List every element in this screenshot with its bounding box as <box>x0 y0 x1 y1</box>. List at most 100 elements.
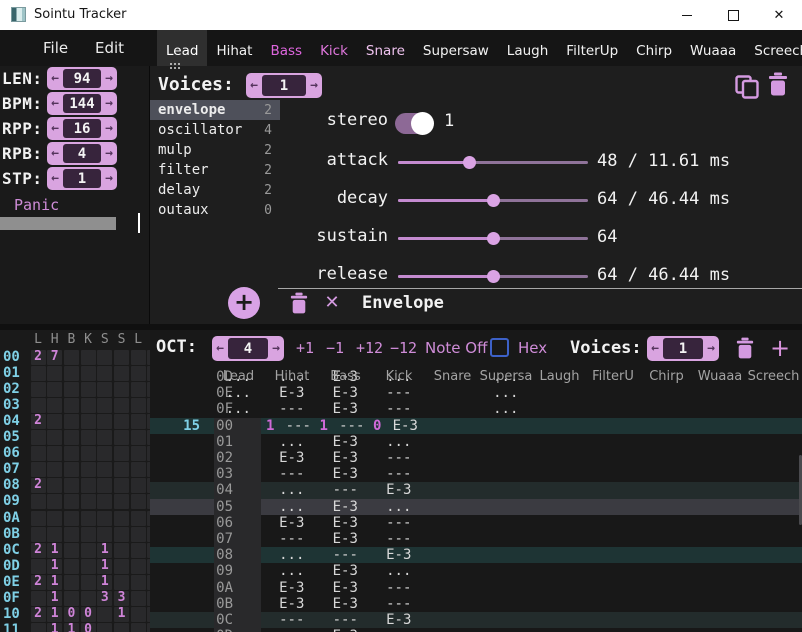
clear-unit-button[interactable]: ✕ <box>320 292 344 313</box>
stepper-decrease-arrow-icon[interactable]: ← <box>47 167 63 190</box>
order-cell[interactable] <box>64 494 79 509</box>
stepper-increase-arrow-icon[interactable]: → <box>101 117 117 140</box>
order-cell[interactable] <box>114 350 129 365</box>
maximize-button[interactable] <box>710 0 756 30</box>
delete-instrument-button[interactable] <box>768 72 788 96</box>
minimize-button[interactable] <box>664 0 710 30</box>
pattern-cell[interactable]: E-3 <box>372 547 426 563</box>
attack-slider[interactable] <box>398 161 588 164</box>
order-cell[interactable] <box>114 478 129 493</box>
order-cell[interactable] <box>97 382 112 397</box>
pattern-cell[interactable]: --- <box>372 385 426 401</box>
tab-bass[interactable]: Bass <box>261 30 311 66</box>
slider-knob[interactable] <box>463 156 476 169</box>
order-cell[interactable] <box>64 430 79 445</box>
order-cell[interactable] <box>47 446 62 461</box>
sustain-slider[interactable] <box>398 237 588 240</box>
order-cell[interactable] <box>97 446 112 461</box>
order-cell[interactable] <box>81 575 96 590</box>
track-header-laugh[interactable]: Laugh <box>533 369 587 384</box>
order-cell[interactable] <box>131 446 146 461</box>
pattern-cell[interactable]: ... <box>479 385 533 401</box>
track-header-hihat[interactable]: Hihat <box>265 369 319 384</box>
drag-handle-icon[interactable] <box>170 63 182 71</box>
param-stepper-rpp[interactable]: ←16→ <box>47 117 117 140</box>
order-cell[interactable] <box>131 478 146 493</box>
pattern-cell[interactable]: E-3 <box>319 515 373 531</box>
pattern-cell[interactable]: ... <box>372 434 426 450</box>
order-cell[interactable] <box>31 398 46 413</box>
order-cell[interactable] <box>31 591 46 606</box>
order-cell[interactable] <box>81 462 96 477</box>
order-cell[interactable] <box>81 511 96 526</box>
order-cell[interactable] <box>97 414 112 429</box>
order-cell[interactable] <box>47 366 62 381</box>
order-cell[interactable] <box>81 446 96 461</box>
order-cell[interactable] <box>31 446 46 461</box>
stepper-decrease-arrow-icon[interactable]: ← <box>47 117 63 140</box>
order-cell[interactable] <box>47 414 62 429</box>
order-cell[interactable] <box>97 350 112 365</box>
order-cell[interactable] <box>97 527 112 542</box>
param-stepper-len[interactable]: ←94→ <box>47 67 117 90</box>
stepper-increase-arrow-icon[interactable]: → <box>268 336 284 361</box>
pattern-cell[interactable]: --- <box>372 531 426 547</box>
order-cell[interactable] <box>31 494 46 509</box>
param-stepper-rpb[interactable]: ←4→ <box>47 142 117 165</box>
order-cell[interactable] <box>131 494 146 509</box>
pattern-cell[interactable]: E-3 <box>319 499 373 515</box>
track-header-wuaaa[interactable]: Wuaaa <box>693 369 747 384</box>
stepper-increase-arrow-icon[interactable]: → <box>101 92 117 115</box>
transpose-button-+12[interactable]: +12 <box>356 339 383 357</box>
order-cell[interactable] <box>31 382 46 397</box>
order-cell[interactable] <box>64 527 79 542</box>
track-header-lead[interactable]: Lead <box>212 369 266 384</box>
track-header-kick[interactable]: Kick <box>372 369 426 384</box>
order-cell[interactable] <box>31 366 46 381</box>
song-progress-bar[interactable] <box>0 217 116 230</box>
order-cell[interactable] <box>97 607 112 622</box>
pattern-cell[interactable]: ... <box>265 434 319 450</box>
tab-laugh[interactable]: Laugh <box>498 30 557 66</box>
pattern-cell[interactable]: --- <box>372 515 426 531</box>
tab-lead[interactable]: Lead <box>157 30 207 66</box>
order-cell[interactable] <box>114 398 129 413</box>
order-cell[interactable] <box>47 478 62 493</box>
pattern-cell[interactable]: ... <box>212 385 266 401</box>
stepper-decrease-arrow-icon[interactable]: ← <box>47 67 63 90</box>
order-cell[interactable] <box>114 462 129 477</box>
order-cell[interactable] <box>64 446 79 461</box>
pattern-cell[interactable]: --- <box>265 466 319 482</box>
add-track-button[interactable]: + <box>766 334 794 362</box>
order-cell[interactable] <box>114 623 129 632</box>
slider-knob[interactable] <box>487 232 500 245</box>
order-cell[interactable] <box>81 478 96 493</box>
note-off-button[interactable]: Note Off <box>425 339 487 357</box>
order-cell[interactable] <box>131 527 146 542</box>
order-cell[interactable] <box>131 414 146 429</box>
pattern-cell[interactable]: ... <box>265 563 319 579</box>
octave-stepper[interactable]: ←4→ <box>212 336 284 361</box>
order-cell[interactable] <box>31 462 46 477</box>
order-cell[interactable] <box>97 478 112 493</box>
pattern-cell[interactable]: ... <box>372 499 426 515</box>
stepper-increase-arrow-icon[interactable]: → <box>101 142 117 165</box>
order-cell[interactable] <box>81 543 96 558</box>
order-cell[interactable] <box>47 527 62 542</box>
order-cell[interactable] <box>47 462 62 477</box>
instrument-voices-stepper[interactable]: ←1→ <box>246 73 322 98</box>
track-header-chirp[interactable]: Chirp <box>640 369 694 384</box>
order-cell[interactable] <box>31 511 46 526</box>
order-cell[interactable] <box>131 462 146 477</box>
menu-item-file[interactable]: File <box>43 39 68 57</box>
slider-knob[interactable] <box>487 270 500 283</box>
order-cell[interactable] <box>64 382 79 397</box>
track-header-snare[interactable]: Snare <box>426 369 480 384</box>
order-cell[interactable] <box>81 494 96 509</box>
pattern-cell[interactable]: --- <box>372 450 426 466</box>
order-cell[interactable] <box>131 559 146 574</box>
order-cell[interactable] <box>64 462 79 477</box>
slider-knob[interactable] <box>487 194 500 207</box>
hex-checkbox[interactable] <box>490 338 509 357</box>
pattern-cell[interactable]: --- <box>372 401 426 417</box>
